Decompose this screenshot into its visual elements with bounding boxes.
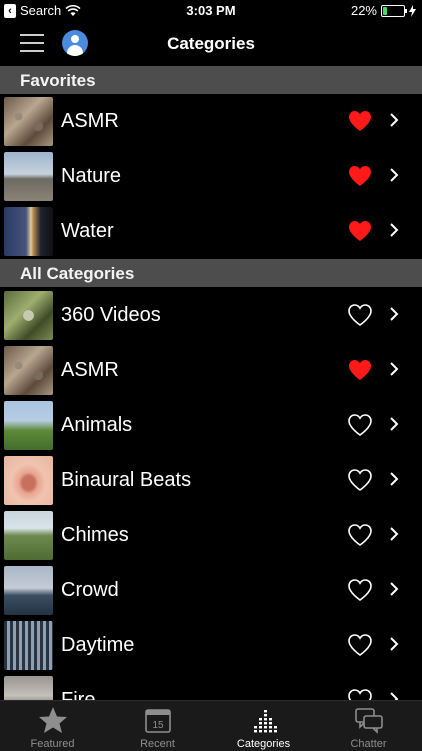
tab-categories[interactable]: Categories — [211, 701, 316, 751]
favorites-section-header: Favorites — [0, 66, 422, 94]
category-thumbnail — [4, 152, 53, 201]
category-label: Crowd — [61, 579, 119, 601]
category-row[interactable]: ASMR — [0, 343, 422, 398]
category-thumbnail — [4, 291, 53, 340]
heart-filled-icon[interactable] — [347, 109, 373, 133]
tab-chatter[interactable]: Chatter — [316, 701, 421, 751]
status-bar: ‹ Search 3:03 PM 22% — [0, 0, 422, 22]
category-label: Binaural Beats — [61, 469, 192, 491]
category-thumbnail — [4, 346, 53, 395]
category-thumbnail — [4, 207, 53, 256]
tab-label: Categories — [236, 738, 291, 750]
chevron-right-icon — [390, 582, 399, 596]
category-thumbnail — [4, 97, 53, 146]
chevron-right-icon — [390, 472, 399, 486]
chevron-right-icon — [390, 168, 399, 182]
tab-label: Chatter — [350, 738, 387, 750]
chevron-right-icon — [390, 637, 399, 651]
category-label: Chimes — [61, 524, 129, 546]
heart-outline-icon[interactable] — [347, 303, 373, 327]
chevron-right-icon — [390, 113, 399, 127]
heart-outline-icon[interactable] — [347, 578, 373, 602]
category-row[interactable]: Binaural Beats — [0, 453, 422, 508]
category-row[interactable]: Animals — [0, 398, 422, 453]
tab-bar: Featured 15 Recent Categories Chatter — [0, 700, 422, 751]
category-label: Water — [61, 220, 114, 242]
category-row[interactable]: Daytime — [0, 618, 422, 673]
all-categories-section-header: All Categories — [0, 259, 422, 287]
chevron-right-icon — [390, 417, 399, 431]
tab-featured[interactable]: Featured — [0, 701, 105, 751]
category-row[interactable]: 360 Videos — [0, 288, 422, 343]
category-label: Animals — [61, 414, 133, 436]
heart-outline-icon[interactable] — [347, 468, 373, 492]
category-row[interactable]: Crowd — [0, 563, 422, 618]
heart-outline-icon[interactable] — [347, 413, 373, 437]
charging-bolt-icon — [409, 4, 416, 17]
category-row[interactable]: Nature — [0, 149, 422, 204]
heart-filled-icon[interactable] — [347, 164, 373, 188]
section-title: Favorites — [20, 71, 96, 90]
tab-recent[interactable]: 15 Recent — [105, 701, 210, 751]
calendar-icon: 15 — [144, 709, 171, 733]
category-row[interactable]: ASMR — [0, 94, 422, 149]
tab-label: Featured — [30, 738, 75, 750]
battery-icon — [381, 4, 407, 17]
category-label: Nature — [61, 165, 122, 187]
category-label: Daytime — [61, 634, 135, 656]
category-label: 360 Videos — [61, 304, 161, 326]
equalizer-icon — [253, 710, 277, 733]
heart-outline-icon[interactable] — [347, 523, 373, 547]
section-title: All Categories — [20, 264, 135, 283]
category-label: ASMR — [61, 110, 119, 132]
category-thumbnail — [4, 401, 53, 450]
category-row[interactable]: Water — [0, 204, 422, 259]
star-icon — [38, 707, 67, 733]
heart-filled-icon[interactable] — [347, 358, 373, 382]
battery-percent: 22% — [350, 3, 377, 18]
category-thumbnail — [4, 456, 53, 505]
navigation-bar: Categories — [0, 22, 422, 66]
chevron-right-icon — [390, 223, 399, 237]
calendar-day: 15 — [152, 720, 164, 731]
page-title: Categories — [167, 34, 255, 53]
chevron-right-icon — [390, 362, 399, 376]
category-thumbnail — [4, 621, 53, 670]
status-right: 22% — [351, 3, 416, 18]
category-row[interactable]: Chimes — [0, 508, 422, 563]
category-label: ASMR — [61, 359, 119, 381]
heart-filled-icon[interactable] — [347, 219, 373, 243]
category-thumbnail — [4, 566, 53, 615]
chat-bubbles-icon — [354, 708, 383, 734]
category-thumbnail — [4, 511, 53, 560]
heart-outline-icon[interactable] — [347, 633, 373, 657]
tab-label: Recent — [140, 738, 175, 750]
chevron-right-icon — [390, 527, 399, 541]
chevron-right-icon — [390, 307, 399, 321]
